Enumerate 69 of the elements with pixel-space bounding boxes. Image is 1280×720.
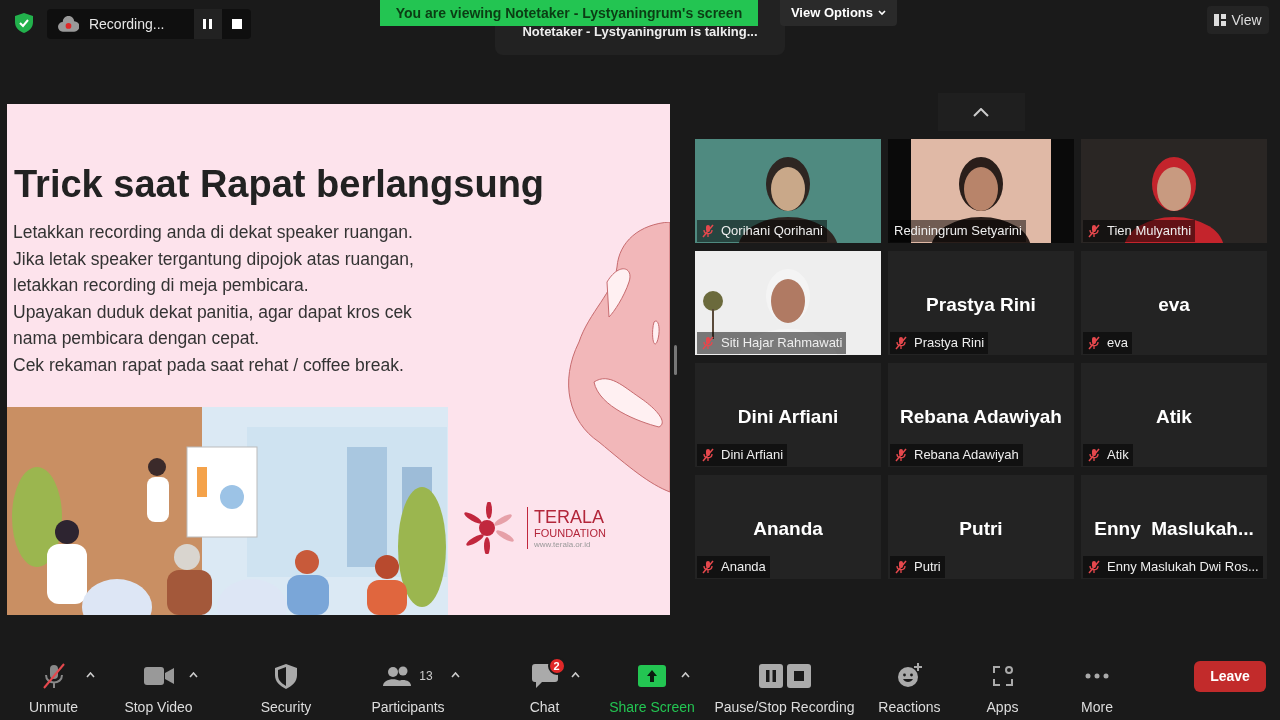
screen-share-banner: You are viewing Notetaker - Lystyaningrum's screen [380, 0, 758, 26]
toolbar-button[interactable]: 13 Participants [344, 662, 472, 718]
toolbar-button[interactable]: More [1052, 662, 1142, 718]
speech-bubble-icon [531, 664, 558, 688]
logo-url: www.terala.or.id [534, 540, 592, 549]
layout-icon [1214, 14, 1227, 26]
share-screen-icon [638, 665, 666, 687]
slide-text-line: letakkan recording di meja pembicara. [13, 274, 310, 298]
toolbar-button[interactable]: Stop Video [107, 662, 210, 718]
toolbar-button[interactable]: Security [231, 662, 341, 718]
participant-name: Ananda [752, 517, 824, 541]
name-label: Prastya Rini [890, 332, 989, 354]
slide-text-line: nama pembicara dengan cepat. [13, 327, 261, 351]
view-button[interactable]: View [1207, 6, 1269, 34]
people-icon [383, 666, 414, 686]
name-label: Tien Mulyanthi [1083, 220, 1196, 242]
name-label: Atik [1083, 444, 1133, 466]
resize-handle[interactable] [674, 345, 677, 375]
toolbar-button[interactable]: Pause/Stop Recording [707, 662, 862, 718]
pause-icon [203, 19, 214, 29]
caret-icon [680, 672, 690, 678]
participant-count: 13 [419, 668, 433, 685]
toolbar-button[interactable]: Unmute [0, 662, 107, 718]
more-icon [1085, 673, 1109, 679]
shield-icon[interactable] [15, 13, 33, 33]
shield-icon [275, 663, 297, 689]
apps-icon [991, 665, 1014, 687]
participant-name: Dini Arfiani [736, 405, 840, 429]
leave-button[interactable]: Leave [1194, 661, 1266, 692]
cloud-icon [58, 16, 79, 32]
caret-icon [570, 672, 580, 678]
name-label: Rebana Adawiyah [890, 444, 1023, 466]
toolbar-button[interactable]: Share Screen [602, 662, 702, 718]
name-label: Ananda [697, 556, 770, 578]
name-label: Dini Arfiani [697, 444, 788, 466]
slide-title: Trick saat Rapat berlangsung [14, 162, 545, 207]
name-label: Qorihani Qorihani [697, 220, 827, 242]
name-label: Siti Hajar Rahmawati [697, 332, 847, 354]
toolbar-button[interactable]: Apps [960, 662, 1045, 718]
participant-name: Putri [958, 517, 1004, 541]
name-label: Rediningrum Setyarini [890, 220, 1026, 242]
smiley-plus-icon [896, 663, 923, 689]
slide-text-line: Cek rekaman rapat pada saat rehat / coffee break. [13, 353, 405, 377]
unread-badge: 2 [547, 657, 566, 675]
name-label: Enny Maslukah Dwi Ros... [1083, 556, 1263, 578]
recording-label: Recording... [88, 14, 166, 34]
caret-icon [450, 672, 460, 678]
view-options-button[interactable]: View Options [780, 0, 897, 26]
participant-name: Prastya Rini [925, 293, 1037, 317]
logo-subtitle: FOUNDATION [534, 527, 606, 539]
name-label: Putri [890, 556, 945, 578]
chevron-down-icon [878, 10, 887, 16]
caret-icon [85, 672, 95, 678]
participant-name: Enny Maslukah... [1093, 517, 1255, 541]
slide-text-line: Jika letak speaker tergantung dipojok atas ruangan, [13, 247, 414, 271]
pause-button[interactable] [193, 9, 223, 39]
participant-name: eva [1157, 293, 1191, 317]
name-label: eva [1083, 332, 1132, 354]
video-camera-icon [143, 667, 174, 685]
pause-stop-icon [758, 664, 811, 688]
participant-name: Atik [1155, 405, 1193, 429]
logo-name: TERALA [534, 507, 606, 526]
caret-icon [188, 672, 198, 678]
toolbar-button[interactable]: Reactions [867, 662, 952, 718]
stop-icon [231, 19, 242, 29]
slide-text-line: Letakkan recording anda di dekat speaker ruangan. [13, 221, 414, 244]
chevron-up-icon [973, 107, 989, 117]
participant-name: Rebana Adawiyah [899, 405, 1063, 429]
slide-text-line: Upayakan duduk dekat panitia, agar dapat kros cek [13, 300, 413, 324]
